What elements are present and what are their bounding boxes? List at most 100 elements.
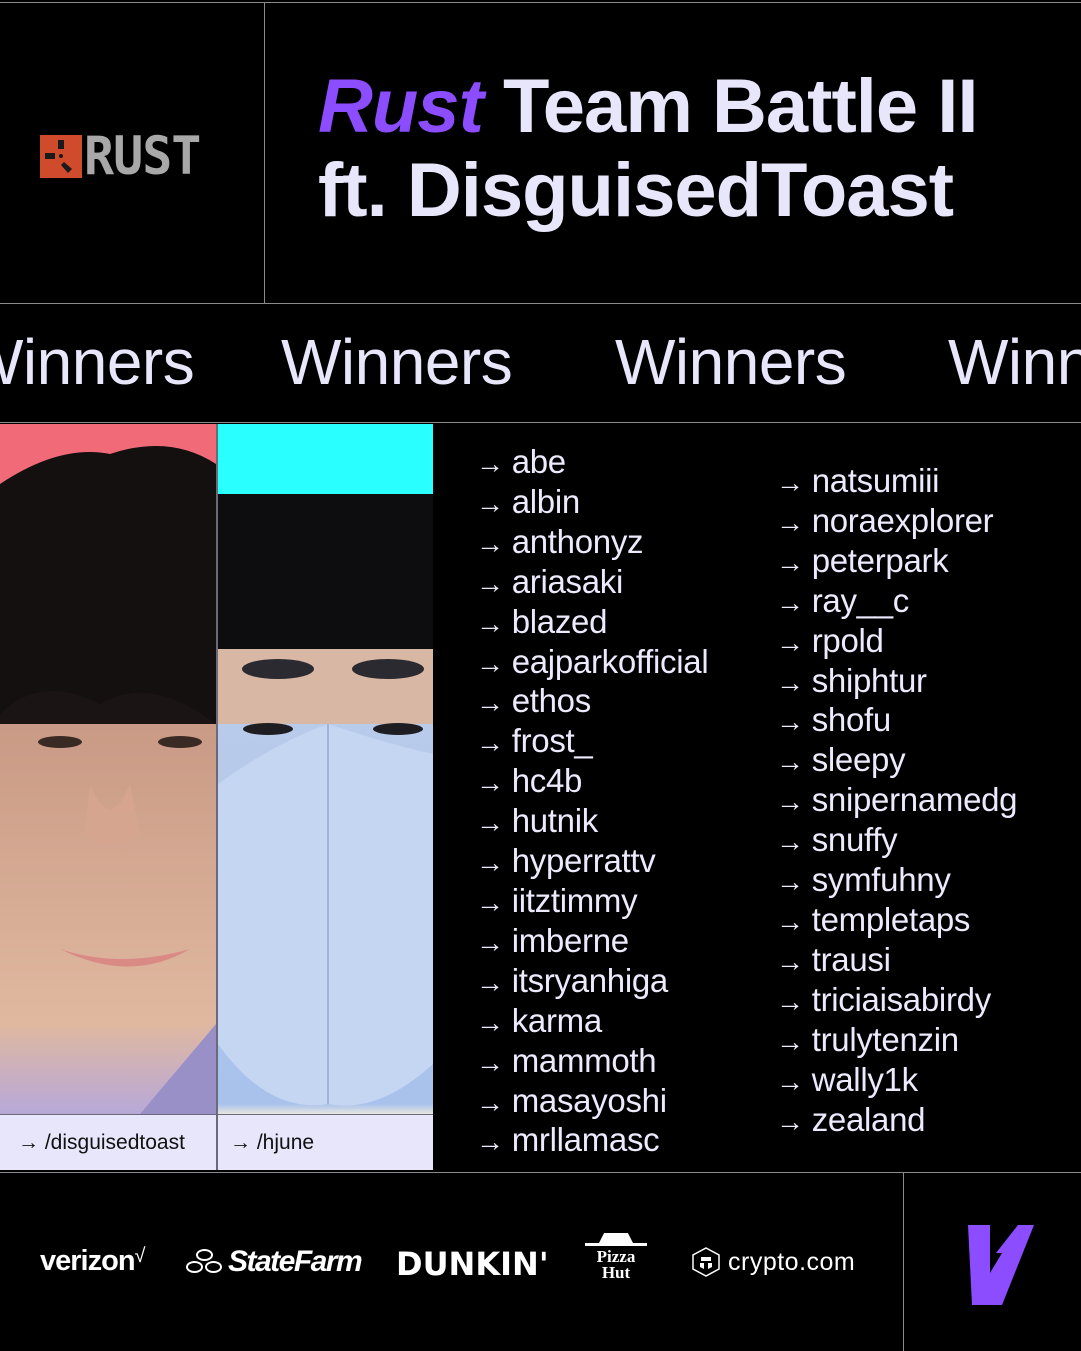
winner-name: hyperrattv bbox=[511, 842, 656, 880]
winner-name: wally1k bbox=[811, 1060, 918, 1098]
winner-list-item: → templetaps bbox=[776, 901, 1017, 941]
marquee-word: Winners bbox=[281, 326, 513, 398]
arrow-right-icon: → bbox=[776, 586, 804, 618]
winner-list-item: → shofu bbox=[776, 701, 1017, 741]
handle-link-disguisedtoast[interactable]: → /disguisedtoast bbox=[0, 1114, 216, 1170]
sponsor-pizzahut-logo: Pizza Hut bbox=[584, 1233, 648, 1293]
winner-list-item: → abe bbox=[476, 443, 708, 483]
winner-name: peterpark bbox=[811, 541, 949, 579]
winner-list-item: → sleepy bbox=[776, 741, 1017, 781]
arrow-right-icon: → bbox=[476, 647, 504, 679]
featured-photo-disguisedtoast bbox=[0, 424, 216, 1114]
header: RUST Rust Team Battle II ft. DisguisedTo… bbox=[0, 2, 1081, 304]
arrow-right-icon: → bbox=[776, 746, 804, 778]
winner-list-item: → noraexplorer bbox=[776, 502, 1017, 542]
winner-name: shofu bbox=[811, 701, 892, 739]
winner-name: eajparkofficial bbox=[511, 642, 709, 680]
featured-photo-hjune bbox=[218, 424, 433, 1114]
arrow-right-icon: → bbox=[476, 527, 504, 559]
winner-name: ariasaki bbox=[511, 562, 624, 600]
marquee-word: Winners bbox=[948, 326, 1081, 398]
winner-name: trausi bbox=[811, 940, 891, 978]
photo-divider bbox=[216, 424, 218, 1170]
winner-list-item: → frost_ bbox=[476, 722, 708, 762]
winner-name: natsumiii bbox=[811, 462, 940, 499]
title-line-2: ft. DisguisedToast bbox=[318, 148, 954, 233]
sponsor-verizon-logo: verizon√ bbox=[40, 1245, 146, 1278]
winner-name: ethos bbox=[511, 682, 592, 720]
winner-name: abe bbox=[511, 443, 566, 480]
arrow-right-icon: → bbox=[476, 847, 504, 879]
winner-list-item: → trulytenzin bbox=[776, 1021, 1017, 1061]
winner-name: zealand bbox=[811, 1100, 926, 1138]
pizzahut-line-2: Hut bbox=[601, 1263, 631, 1282]
statefarm-wordmark: StateFarm bbox=[228, 1245, 363, 1278]
arrow-right-icon: → bbox=[476, 926, 504, 958]
page-title: Rust Team Battle II ft. DisguisedToast bbox=[318, 64, 979, 233]
arrow-right-icon: → bbox=[476, 727, 504, 759]
winner-list-item: → rpold bbox=[776, 622, 1017, 662]
winner-name: triciaisabirdy bbox=[811, 980, 991, 1018]
winner-list-item: → mammoth bbox=[476, 1042, 708, 1082]
statefarm-ovals-icon bbox=[186, 1249, 224, 1275]
pizzahut-roof-icon bbox=[585, 1233, 647, 1249]
winner-list-item: → albin bbox=[476, 483, 708, 523]
title-line-1: Team Battle II bbox=[482, 64, 979, 149]
rust-logo: RUST bbox=[40, 125, 201, 187]
arrow-right-icon: → bbox=[776, 506, 804, 538]
sponsor-statefarm-logo: StateFarm bbox=[186, 1245, 363, 1279]
winner-list-item: → blazed bbox=[476, 603, 708, 643]
arrow-right-icon: → bbox=[476, 687, 504, 719]
arrow-right-icon: → bbox=[476, 1086, 504, 1118]
sponsor-dunkin-logo: DUNKIN' bbox=[396, 1245, 549, 1283]
arrow-right-icon: → bbox=[776, 945, 804, 977]
winner-list-item: → hutnik bbox=[476, 802, 708, 842]
winner-list-item: → ariasaki bbox=[476, 563, 708, 603]
winner-name: symfuhny bbox=[811, 861, 951, 899]
winner-list-item: → snipernamedg bbox=[776, 781, 1018, 821]
winner-list-item: → hyperrattv bbox=[476, 842, 708, 882]
winner-name: templetaps bbox=[811, 900, 971, 938]
rust-wordmark: RUST bbox=[84, 125, 201, 187]
winner-name: trulytenzin bbox=[811, 1020, 959, 1058]
winner-list-item: → anthonyz bbox=[476, 523, 708, 563]
winner-name: sleepy bbox=[811, 741, 906, 779]
arrow-right-icon: → bbox=[776, 1105, 804, 1137]
arrow-right-icon: → bbox=[776, 826, 804, 858]
rust-radiation-icon bbox=[40, 135, 82, 178]
winner-list-item: → imberne bbox=[476, 922, 708, 962]
arrow-right-icon: → bbox=[476, 767, 504, 799]
arrow-right-icon: → bbox=[476, 807, 504, 839]
marquee-word: Winners bbox=[0, 326, 195, 398]
winner-name: hc4b bbox=[511, 762, 583, 800]
winner-name: karma bbox=[511, 1001, 602, 1039]
marquee-word: Winners bbox=[615, 326, 847, 398]
winner-name: ray__c bbox=[811, 581, 910, 619]
winner-list-item: → snuffy bbox=[776, 821, 1017, 861]
winner-name: anthonyz bbox=[511, 522, 644, 560]
winner-name: masayoshi bbox=[511, 1081, 667, 1119]
handle-link-hjune[interactable]: → /hjune bbox=[218, 1114, 433, 1170]
arrow-right-icon: → bbox=[776, 706, 804, 738]
arrow-right-icon: → bbox=[476, 966, 504, 998]
winner-list-item: → itsryanhiga bbox=[476, 962, 708, 1002]
winner-list-item: → ethos bbox=[476, 682, 708, 722]
winner-list-item: → peterpark bbox=[776, 542, 1017, 582]
winner-list-item: → trausi bbox=[776, 941, 1017, 981]
winner-name: shiphtur bbox=[811, 661, 927, 699]
title-accent: Rust bbox=[318, 64, 484, 149]
arrow-right-icon: → bbox=[476, 567, 504, 599]
winner-name: iitztimmy bbox=[511, 881, 638, 919]
arrow-right-icon: → bbox=[776, 985, 804, 1017]
winner-name: albin bbox=[511, 482, 581, 520]
arrow-right-icon: → bbox=[476, 886, 504, 918]
verizon-wordmark: verizon bbox=[40, 1245, 136, 1277]
arrow-right-icon: → bbox=[776, 786, 804, 818]
winner-name: hutnik bbox=[511, 802, 599, 840]
winner-name: snipernamedg bbox=[811, 781, 1018, 819]
winner-name: blazed bbox=[511, 602, 608, 640]
venture-v-logo-icon bbox=[968, 1225, 1034, 1305]
winner-name: snuffy bbox=[811, 821, 898, 859]
winners-list-column-2: → natsumiii → noraexplorer → peterpark → ray__c… bbox=[776, 462, 1018, 1140]
winner-list-item: → karma bbox=[476, 1002, 708, 1042]
